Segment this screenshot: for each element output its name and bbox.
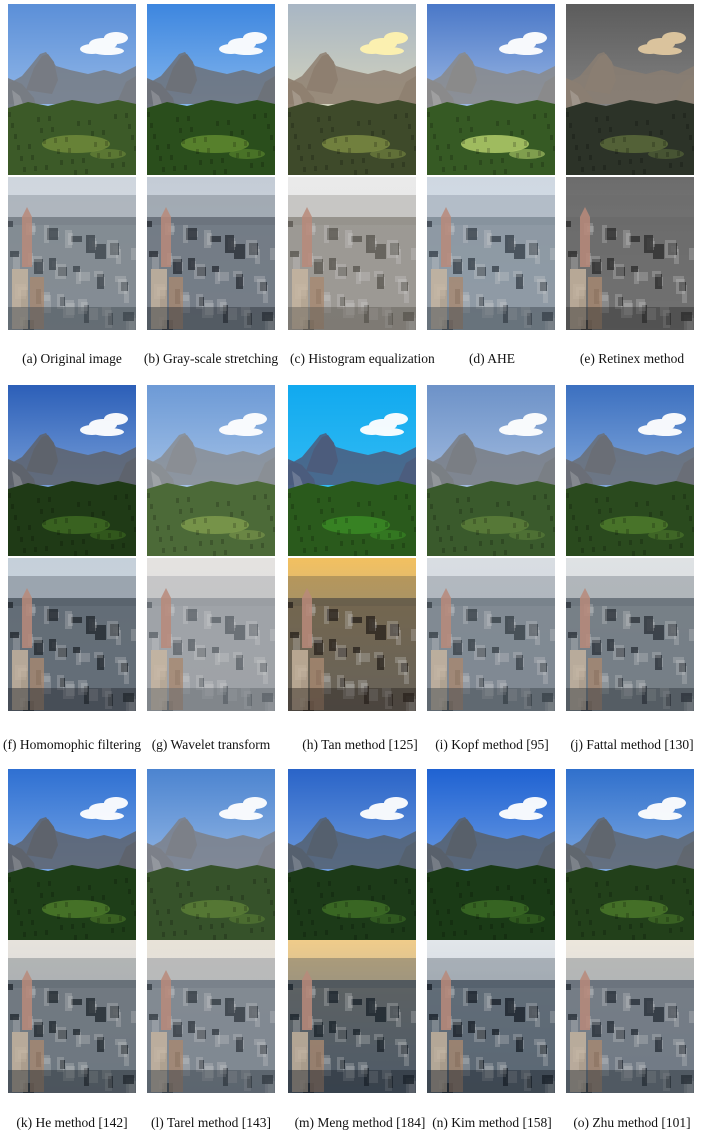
city-aerial-image	[566, 177, 694, 330]
city-aerial-image	[566, 940, 694, 1093]
panel-caption: (g) Wavelet transform	[151, 737, 271, 752]
city-aerial-image	[147, 177, 275, 330]
panel-caption: (h) Tan method [125]	[302, 737, 418, 752]
yosemite-valley-image	[566, 4, 694, 175]
yosemite-valley-image	[147, 4, 275, 175]
yosemite-valley-image	[288, 769, 416, 940]
city-aerial-image	[8, 177, 136, 330]
yosemite-valley-image	[8, 4, 136, 175]
panel-caption: (j) Fattal method [130]	[570, 737, 694, 752]
panel-caption: (l) Tarel method [143]	[151, 1115, 271, 1130]
panel-caption: (d) AHE	[468, 351, 516, 366]
panel-caption: (b) Gray-scale stretching	[143, 351, 279, 366]
yosemite-valley-image	[427, 769, 555, 940]
yosemite-valley-image	[8, 769, 136, 940]
city-aerial-image	[427, 558, 555, 711]
panel-caption: (i) Kopf method [95]	[435, 737, 549, 752]
city-aerial-image	[288, 177, 416, 330]
panel-caption: (c) Histogram equalization	[290, 351, 435, 366]
panel-caption: (f) Homomophic filtering	[3, 737, 141, 752]
city-aerial-image	[147, 558, 275, 711]
panel-caption: (m) Meng method [184]	[294, 1115, 426, 1130]
city-aerial-image	[566, 558, 694, 711]
city-aerial-image	[288, 558, 416, 711]
yosemite-valley-image	[566, 385, 694, 556]
yosemite-valley-image	[288, 385, 416, 556]
panel-caption: (a) Original image	[22, 351, 122, 366]
city-aerial-image	[147, 940, 275, 1093]
city-aerial-image	[8, 940, 136, 1093]
yosemite-valley-image	[427, 4, 555, 175]
city-aerial-image	[427, 940, 555, 1093]
panel-caption: (k) He method [142]	[16, 1115, 128, 1130]
yosemite-valley-image	[288, 4, 416, 175]
panel-caption: (n) Kim method [158]	[432, 1115, 552, 1130]
yosemite-valley-image	[147, 385, 275, 556]
yosemite-valley-image	[147, 769, 275, 940]
yosemite-valley-image	[8, 385, 136, 556]
city-aerial-image	[8, 558, 136, 711]
yosemite-valley-image	[566, 769, 694, 940]
city-aerial-image	[427, 177, 555, 330]
panel-caption: (e) Retinex method	[579, 351, 685, 366]
panel-caption: (o) Zhu method [101]	[573, 1115, 691, 1130]
yosemite-valley-image	[427, 385, 555, 556]
city-aerial-image	[288, 940, 416, 1093]
